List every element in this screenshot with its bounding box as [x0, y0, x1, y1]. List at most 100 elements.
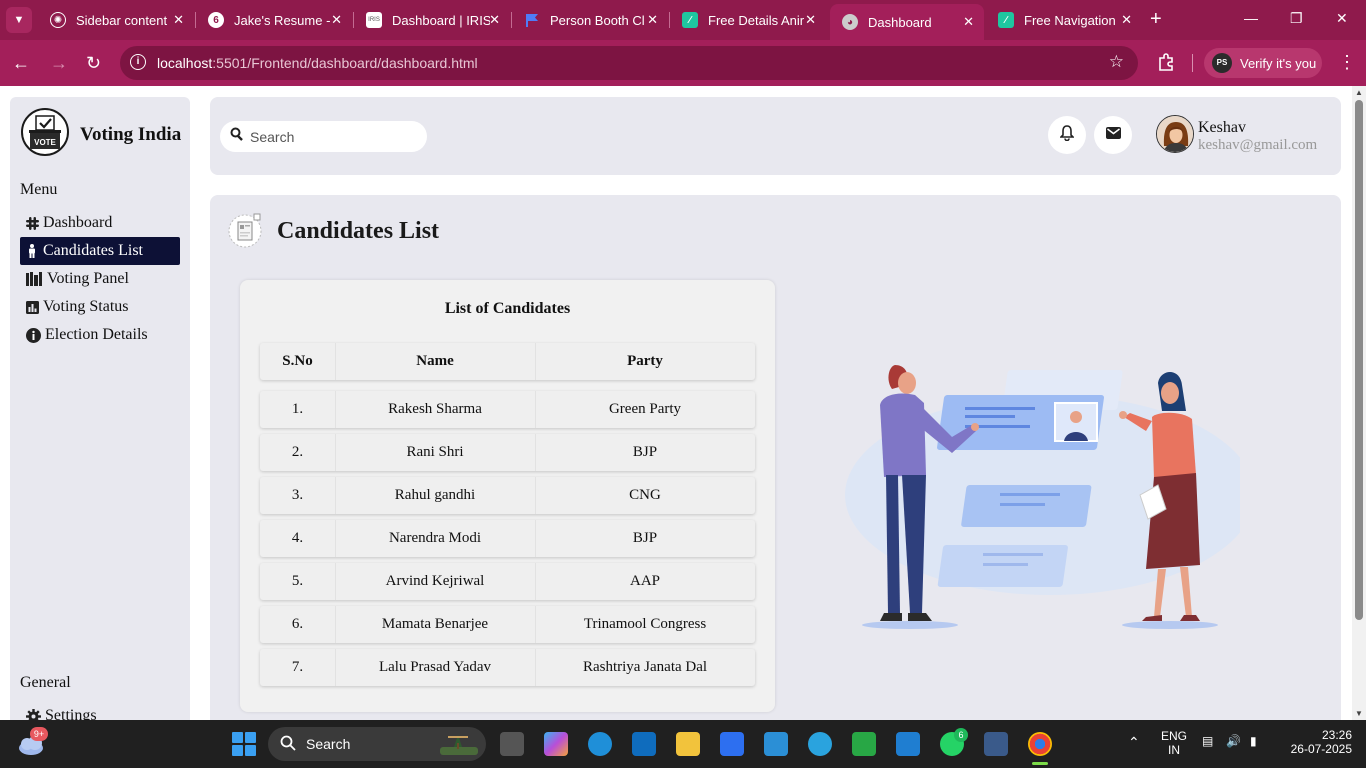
search-input[interactable]	[250, 128, 410, 145]
sidebar-item-dashboard[interactable]: Dashboard	[20, 209, 180, 237]
battery-icon[interactable]: ▮	[1250, 734, 1257, 748]
bell-icon	[1059, 124, 1075, 146]
sidebar-item-label: Voting Status	[43, 298, 129, 315]
menu-section-title: Menu	[20, 181, 58, 198]
tab-person-booth[interactable]: Person Booth Cl ✕	[512, 6, 668, 34]
tab-free-details[interactable]: ∕ Free Details Anir ✕	[670, 6, 826, 34]
lottie-icon: ∕	[682, 12, 698, 28]
sidebar-item-label: Voting Panel	[47, 270, 129, 287]
verify-profile-button[interactable]: PS Verify it's you	[1204, 48, 1322, 78]
new-tab-button[interactable]: +	[1150, 8, 1162, 30]
taskbar-search-box[interactable]: Search	[268, 727, 486, 761]
table-header-row: S.No Name Party	[260, 343, 755, 380]
cell-name: Rani Shri	[406, 444, 464, 460]
cell-name: Mamata Benarjee	[381, 616, 489, 632]
messages-button[interactable]	[1094, 116, 1132, 154]
scroll-down-arrow-icon[interactable]: ▼	[1355, 709, 1363, 718]
windows-start-button[interactable]	[232, 732, 256, 756]
user-avatar[interactable]	[1156, 115, 1194, 153]
extensions-icon[interactable]	[1156, 52, 1176, 72]
close-icon[interactable]: ✕	[1121, 12, 1132, 28]
openai-icon: ✺	[50, 12, 66, 28]
card-title: List of Candidates	[444, 300, 571, 317]
tab-free-navigation[interactable]: ∕ Free Navigation ✕	[986, 6, 1142, 34]
sidebar-item-settings[interactable]: Settings	[20, 702, 180, 720]
telegram-icon[interactable]	[808, 732, 832, 756]
info-icon	[25, 327, 41, 343]
tab-sidebar-content[interactable]: ✺ Sidebar content ✕	[38, 6, 194, 34]
minimize-button[interactable]: —	[1244, 10, 1258, 26]
clock[interactable]: 23:26 26-07-2025	[1282, 728, 1352, 756]
tab-dashboard-iris[interactable]: IRIS Dashboard | IRIS ✕	[354, 6, 510, 34]
volume-icon[interactable]: 🔊	[1226, 734, 1241, 748]
weather-badge: 9+	[30, 727, 48, 741]
outlook-icon[interactable]	[632, 732, 656, 756]
whatsapp-badge: 6	[954, 728, 968, 742]
iris-icon: IRIS	[366, 12, 382, 28]
close-icon[interactable]: ✕	[805, 12, 816, 28]
sidebar-item-election-details[interactable]: Election Details	[20, 321, 180, 349]
search-icon	[230, 127, 244, 146]
tab-dashboard-active[interactable]: ◕ Dashboard ✕	[830, 4, 984, 40]
game-app-icon[interactable]	[852, 732, 876, 756]
url-field[interactable]: i localhost:5501/Frontend/dashboard/dash…	[120, 46, 1138, 80]
cell-party: BJP	[632, 444, 658, 460]
site-info-icon[interactable]: i	[130, 54, 146, 70]
vote-logo: VOTE	[21, 108, 69, 156]
search-box	[220, 121, 427, 152]
file-explorer-icon[interactable]	[676, 732, 700, 756]
sidebar-item-candidates[interactable]: Candidates List	[20, 237, 180, 265]
sidebar-item-voting-panel[interactable]: Voting Panel	[20, 265, 180, 293]
page-scrollbar[interactable]: ▲ ▼	[1352, 86, 1366, 720]
lottie-icon: ∕	[998, 12, 1014, 28]
window-close-button[interactable]: ✕	[1336, 10, 1348, 27]
edge-icon[interactable]	[588, 732, 612, 756]
scroll-up-arrow-icon[interactable]: ▲	[1355, 88, 1363, 97]
close-icon[interactable]: ✕	[489, 12, 500, 28]
page-title: Candidates List	[277, 218, 440, 244]
copilot-icon[interactable]	[544, 732, 568, 756]
back-button[interactable]: ←	[12, 53, 30, 73]
restore-button[interactable]: ❐	[1290, 10, 1303, 27]
candidates-list-icon	[226, 212, 264, 250]
reload-button[interactable]: ↻	[86, 53, 101, 73]
dropbox-icon[interactable]	[720, 732, 744, 756]
tab-search-button[interactable]: ▼	[6, 7, 32, 33]
url-text: localhost:5501/Frontend/dashboard/dashbo…	[157, 55, 478, 71]
mysql-workbench-icon[interactable]	[984, 732, 1008, 756]
chevron-up-icon[interactable]: ⌃	[1128, 734, 1140, 751]
network-icon[interactable]: ▤	[1202, 734, 1213, 748]
tab-label: Dashboard	[868, 14, 932, 30]
notifications-button[interactable]	[1048, 116, 1086, 154]
close-icon[interactable]: ✕	[173, 12, 184, 28]
table-row: 3. Rahul gandhi CNG	[260, 477, 755, 514]
language-indicator[interactable]: ENG IN	[1160, 729, 1188, 757]
close-icon[interactable]: ✕	[963, 14, 974, 30]
cell-party: Trinamool Congress	[583, 616, 707, 632]
scrollbar-thumb[interactable]	[1355, 100, 1363, 620]
cell-sno: 5.	[291, 573, 304, 589]
tab-label: Sidebar content	[76, 12, 168, 28]
globe-icon: ◕	[842, 14, 858, 30]
cell-sno: 6.	[291, 616, 304, 632]
chrome-active-indicator	[1032, 762, 1048, 765]
tab-jakes-resume[interactable]: 6 Jake's Resume - ✕	[196, 6, 352, 34]
bookmark-star-icon[interactable]: ☆	[1109, 52, 1124, 72]
chrome-icon[interactable]	[1028, 732, 1052, 756]
voting-illustration	[840, 355, 1255, 655]
flag-icon	[524, 12, 540, 28]
forward-button[interactable]: →	[50, 53, 68, 73]
close-icon[interactable]: ✕	[331, 12, 342, 28]
brand-title: Voting India	[80, 124, 182, 145]
task-view-icon[interactable]	[500, 732, 524, 756]
close-icon[interactable]: ✕	[647, 12, 658, 28]
browser-menu-icon[interactable]: ⋮	[1338, 52, 1356, 73]
top-header: Keshav keshav@gmail.com	[210, 97, 1341, 175]
table-row: 4. Narendra Modi BJP	[260, 520, 755, 557]
logo-text: VOTE	[34, 138, 56, 147]
sidebar-item-voting-status[interactable]: Voting Status	[20, 293, 180, 321]
mvbp-app-icon[interactable]	[764, 732, 788, 756]
cell-sno: 2.	[291, 444, 304, 460]
chart-icon	[25, 300, 39, 314]
vscode-icon[interactable]	[896, 732, 920, 756]
